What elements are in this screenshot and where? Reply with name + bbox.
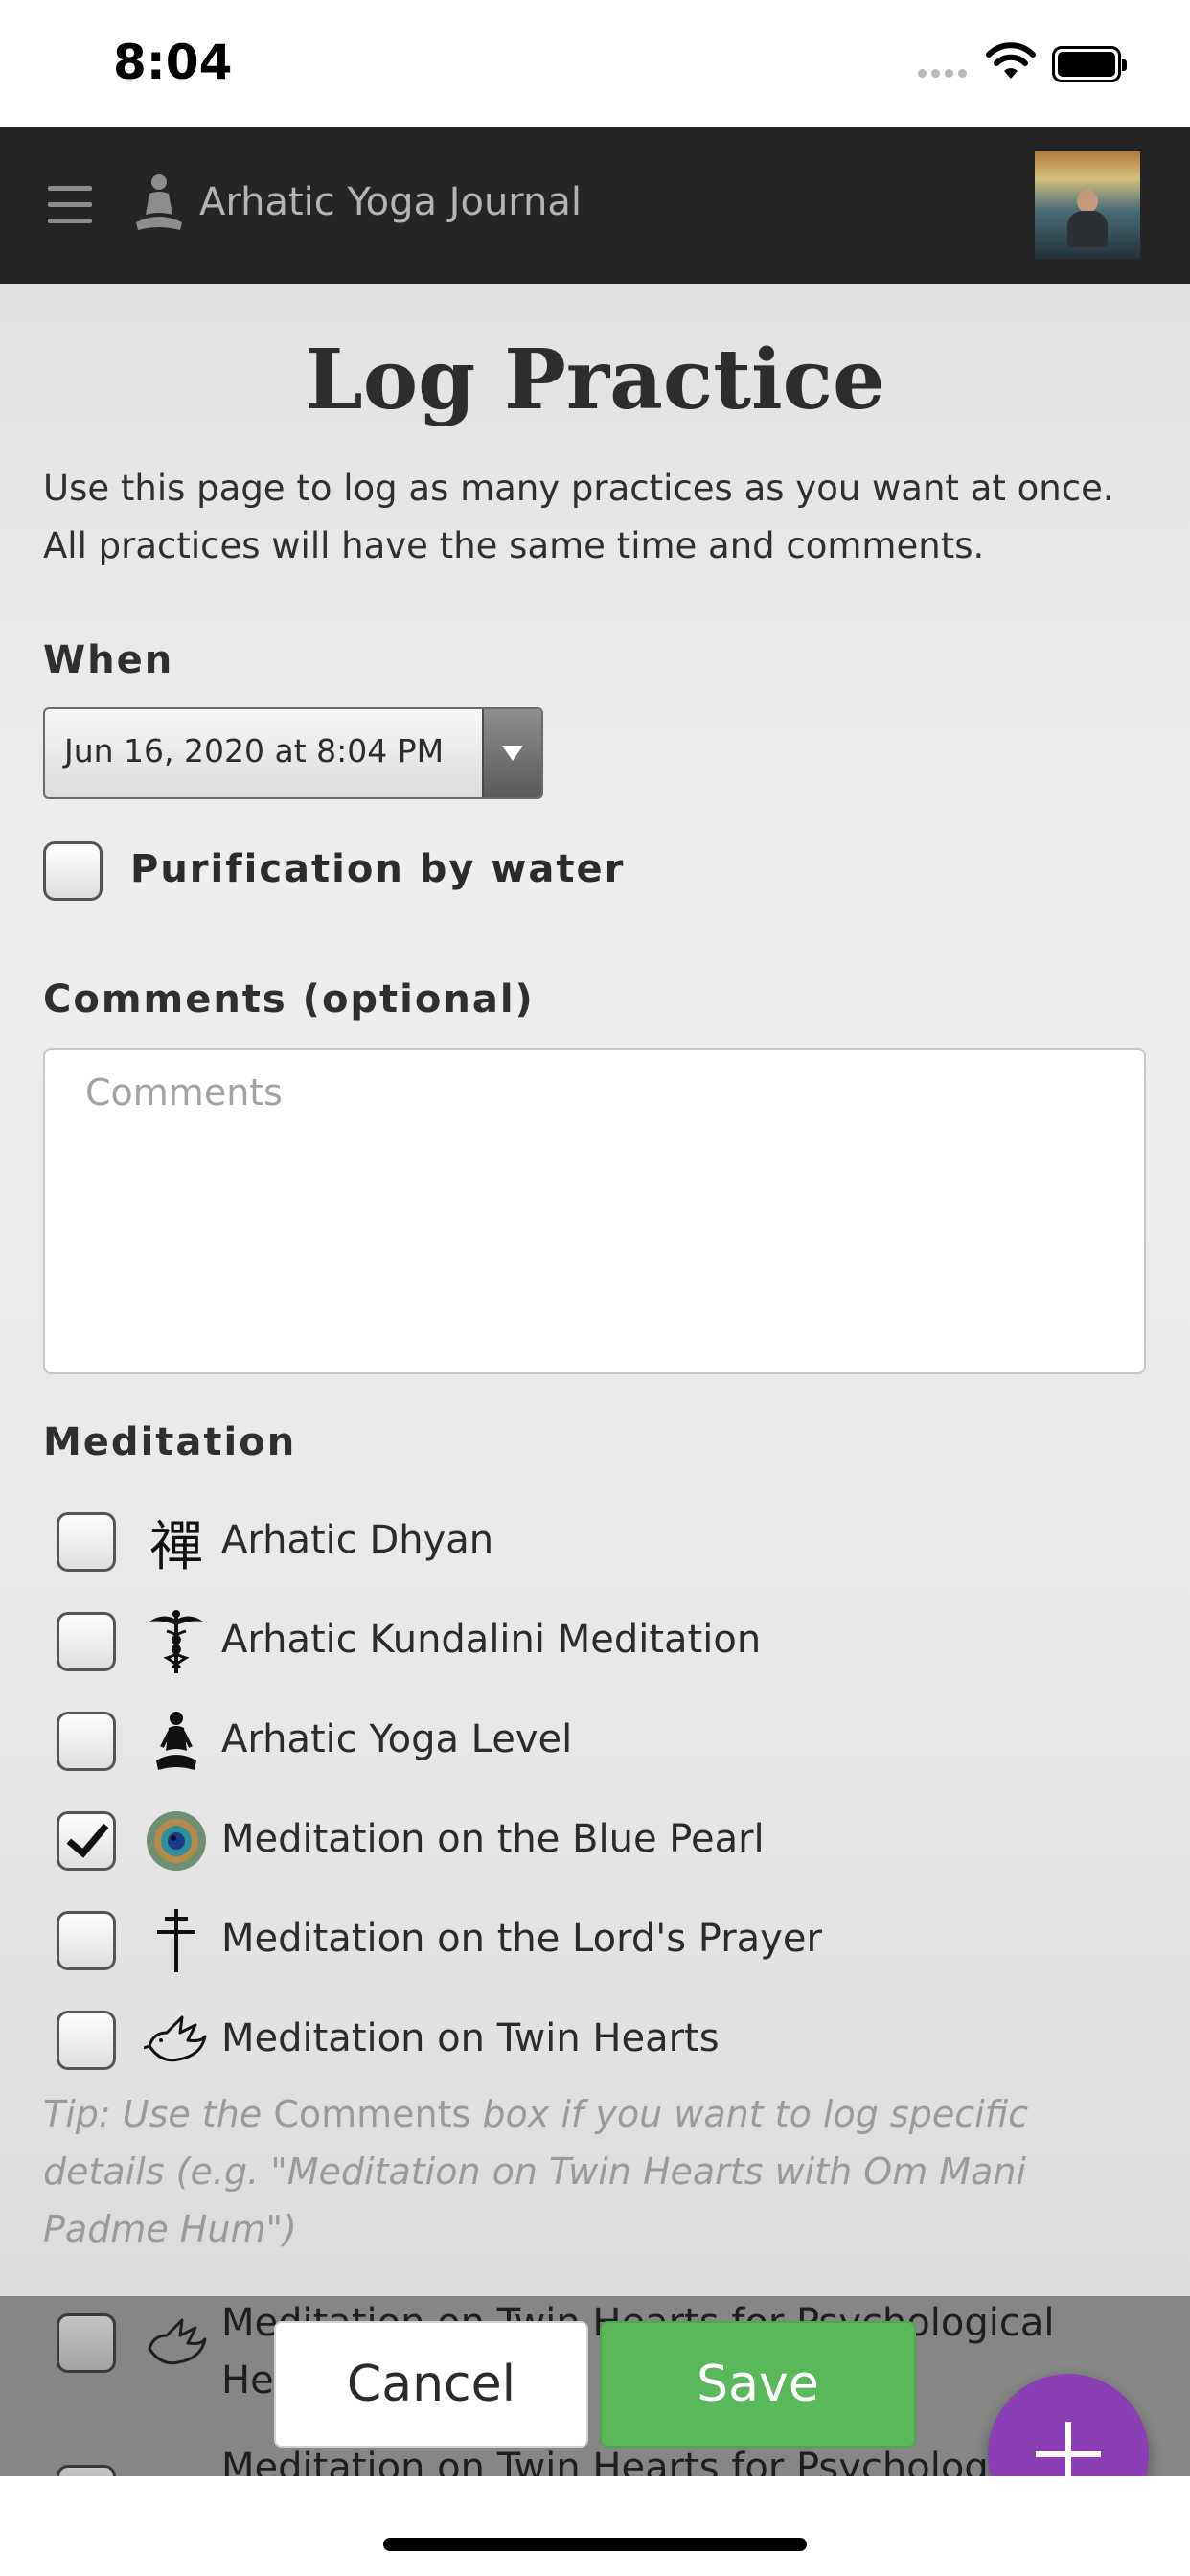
meditation-checkbox[interactable] <box>57 1911 116 1970</box>
page-title: Log Practice <box>305 332 885 428</box>
intro-text: Use this page to log as many practices a… <box>43 468 1114 566</box>
meditation-item-label: Arhatic Yoga Level <box>221 1717 573 1761</box>
meditation-item-label: Meditation on Twin Hearts for Psychologi <box>221 2446 999 2476</box>
app-bar: Arhatic Yoga Journal <box>0 126 1190 284</box>
meditation-section-label: Meditation <box>43 1420 297 1464</box>
status-bar: 8:04 <box>0 0 1190 126</box>
meditation-item-label: Arhatic Kundalini Meditation <box>221 1618 762 1662</box>
tip-emphasis: Comments <box>273 2093 471 2135</box>
meditating-figure-icon <box>143 1708 210 1775</box>
tip-prefix: Tip: Use the <box>43 2093 263 2135</box>
battery-icon <box>1052 46 1127 82</box>
tip-text: Tip: Use the Comments box if you want to… <box>43 2085 1155 2258</box>
app-title: Arhatic Yoga Journal <box>199 180 583 224</box>
cross-icon <box>143 1907 210 1974</box>
status-time: 8:04 <box>113 34 233 90</box>
avatar[interactable] <box>1035 151 1140 259</box>
wifi-icon <box>986 42 1036 79</box>
cellular-signal-icon <box>918 63 972 81</box>
meditation-item-label: Meditation on Twin Hearts <box>221 2016 720 2060</box>
meditation-checkbox[interactable] <box>57 1712 116 1771</box>
when-datetime-select[interactable]: Jun 16, 2020 at 8:04 PM <box>43 707 543 799</box>
comments-textarea[interactable]: Comments <box>43 1048 1146 1374</box>
meditation-checkbox[interactable] <box>57 2011 116 2070</box>
meditation-item-label: Meditation on the Blue Pearl <box>221 1817 765 1861</box>
meditating-figure-logo-icon <box>136 174 182 230</box>
meditation-checkbox[interactable] <box>57 2313 116 2373</box>
dove-icon <box>143 2007 210 2074</box>
meditation-item-label: Arhatic Dhyan <box>221 1518 494 1562</box>
meditation-checkbox[interactable] <box>57 1512 116 1572</box>
cancel-button[interactable]: Cancel <box>274 2321 588 2448</box>
log-practice-form: Log Practice Use this page to log as man… <box>0 284 1190 2296</box>
chevron-down-icon[interactable] <box>482 709 541 797</box>
blue-pearl-icon <box>143 1807 210 1874</box>
when-value: Jun 16, 2020 at 8:04 PM <box>64 732 445 770</box>
home-indicator-area <box>0 2476 1190 2576</box>
meditation-item-label: Meditation on the Lord's Prayer <box>221 1917 822 1961</box>
meditation-checkbox[interactable] <box>57 2465 116 2476</box>
comments-label: Comments (optional) <box>43 978 535 1022</box>
purification-label: Purification by water <box>130 847 626 891</box>
save-button[interactable]: Save <box>600 2321 916 2448</box>
home-indicator[interactable] <box>383 2538 807 2551</box>
meditation-checkbox[interactable] <box>57 1811 116 1871</box>
comments-placeholder: Comments <box>85 1071 283 1114</box>
meditation-checkbox[interactable] <box>57 1612 116 1671</box>
hamburger-menu-icon[interactable] <box>48 186 92 224</box>
purification-checkbox[interactable] <box>43 841 103 901</box>
when-label: When <box>43 638 174 682</box>
dove-icon <box>143 2310 210 2377</box>
caduceus-icon <box>143 1608 210 1675</box>
zen-kanji-icon: 禪 <box>149 1515 203 1578</box>
